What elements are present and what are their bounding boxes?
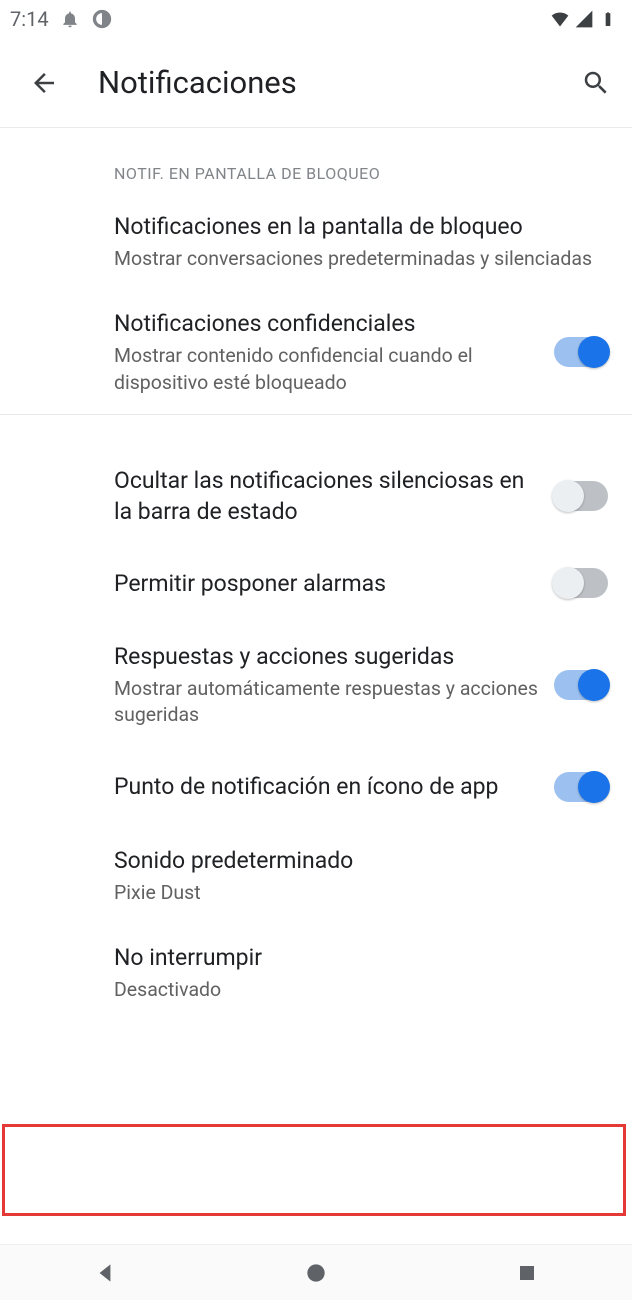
nav-home-button[interactable] (300, 1257, 332, 1289)
status-bar: 7:14 (0, 0, 632, 38)
app-bar: Notificaciones (0, 38, 632, 128)
item-lockscreen-notifications[interactable]: Notificaciones en la pantalla de bloqueo… (0, 193, 632, 290)
item-title: No interrumpir (114, 942, 596, 973)
bell-icon (59, 8, 81, 30)
item-suggested[interactable]: Respuestas y acciones sugeridas Mostrar … (0, 623, 632, 747)
status-clock: 7:14 (10, 7, 49, 31)
item-subtitle: Pixie Dust (114, 880, 596, 906)
nav-recent-button[interactable] (511, 1257, 543, 1289)
page-title: Notificaciones (98, 64, 542, 101)
wifi-icon (550, 9, 570, 29)
back-button[interactable] (26, 65, 62, 101)
section-header-lockscreen: NOTIF. EN PANTALLA DE BLOQUEO (0, 128, 632, 193)
battery-icon (598, 9, 618, 29)
item-title: Notificaciones en la pantalla de bloqueo (114, 211, 596, 242)
data-saver-icon (91, 8, 113, 30)
item-title: Notificaciones confidenciales (114, 308, 542, 339)
item-do-not-disturb[interactable]: No interrumpir Desactivado (0, 924, 632, 1021)
cell-signal-icon (574, 9, 594, 29)
toggle-notification-dot[interactable] (554, 772, 608, 802)
toggle-sensitive[interactable] (554, 337, 608, 367)
circle-home-icon (303, 1260, 329, 1286)
system-nav-bar (0, 1244, 632, 1300)
item-sensitive-notifications[interactable]: Notificaciones confidenciales Mostrar co… (0, 290, 632, 414)
item-subtitle: Mostrar contenido confidencial cuando el… (114, 343, 542, 396)
nav-back-button[interactable] (89, 1257, 121, 1289)
item-title: Ocultar las notificaciones silenciosas e… (114, 465, 542, 527)
item-subtitle: Desactivado (114, 977, 596, 1003)
item-title: Sonido predeterminado (114, 845, 596, 876)
toggle-suggested[interactable] (554, 670, 608, 700)
item-notification-dot[interactable]: Punto de notificación en ícono de app (0, 747, 632, 827)
item-default-sound[interactable]: Sonido predeterminado Pixie Dust (0, 827, 632, 924)
item-title: Punto de notificación en ícono de app (114, 771, 542, 802)
arrow-back-icon (29, 68, 59, 98)
triangle-back-icon (92, 1260, 118, 1286)
settings-list: NOTIF. EN PANTALLA DE BLOQUEO Notificaci… (0, 128, 632, 1244)
item-hide-silent[interactable]: Ocultar las notificaciones silenciosas e… (0, 449, 632, 543)
item-snooze[interactable]: Permitir posponer alarmas (0, 543, 632, 623)
item-subtitle: Mostrar conversaciones predeterminadas y… (114, 246, 596, 272)
toggle-hide-silent[interactable] (554, 481, 608, 511)
item-title: Permitir posponer alarmas (114, 568, 542, 599)
toggle-snooze[interactable] (554, 568, 608, 598)
item-title: Respuestas y acciones sugeridas (114, 641, 542, 672)
search-button[interactable] (578, 65, 614, 101)
item-subtitle: Mostrar automáticamente respuestas y acc… (114, 676, 542, 729)
square-recent-icon (515, 1261, 539, 1285)
search-icon (581, 68, 611, 98)
